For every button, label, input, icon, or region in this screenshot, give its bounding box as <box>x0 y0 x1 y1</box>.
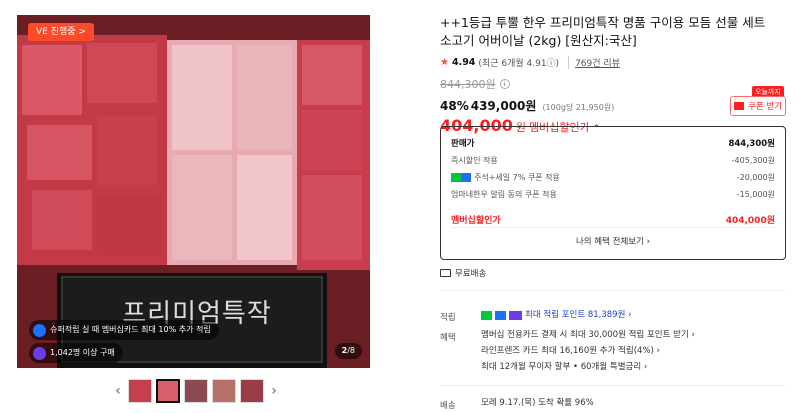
overlay-purchase-banner: 1,042명 이상 구매 <box>29 343 123 363</box>
thumbnail-1[interactable] <box>128 379 152 403</box>
product-info: ++1등급 투뿔 한우 프리미엄특작 명품 구이용 모듬 선물 세트 소고기 어… <box>440 14 790 135</box>
divider <box>440 385 786 386</box>
benefits-list: 멤버십 전용카드 결제 시 최대 30,000원 적립 포인트 받기 › 라인프… <box>481 327 695 375</box>
benefit-line-3[interactable]: 최대 12개월 무이자 할부 • 60개월 특별금리 › <box>481 359 695 375</box>
price-row-coupon-2: 엄마네한우 알림 동의 쿠폰 적용 -15,000원 <box>451 189 775 200</box>
thumbnail-4[interactable] <box>212 379 236 403</box>
price-row-label: 판매가 <box>451 139 475 149</box>
rating-recent: (최근 6개월 4.91ⓘ) <box>478 59 560 69</box>
points-icon <box>33 323 46 337</box>
product-image-gallery[interactable]: 프리미엄특작 VE 진행중 > 슈퍼적립 실 때 멤버십카드 최대 10% 추가… <box>17 15 370 368</box>
total-label: 멤버십할인가 <box>451 216 501 226</box>
benefit-line-1[interactable]: 멤버십 전용카드 결제 시 최대 30,000원 적립 포인트 받기 › <box>481 327 695 343</box>
overlay-points-text: 슈퍼적립 실 때 멤버십카드 최대 10% 추가 적립 <box>50 325 211 334</box>
benefit-line-2[interactable]: 라인프렌즈 카드 최대 16,160원 추가 적립(4%) › <box>481 343 695 359</box>
delivery-label: 배송 <box>440 401 456 411</box>
membership-icon <box>509 310 522 320</box>
page-indicator: 2/8 <box>334 343 362 359</box>
divider <box>440 290 786 291</box>
sale-price: 439,000원 <box>470 99 537 113</box>
next-thumbnail-button[interactable]: › <box>268 379 280 403</box>
rating-score: 4.94 <box>451 57 476 68</box>
price-row-value: 844,300원 <box>728 139 775 149</box>
page-total: /8 <box>347 346 355 355</box>
price-box-divider <box>451 227 775 228</box>
unit-price: (100g당 21,950원) <box>542 103 615 112</box>
price-row-base: 판매가 844,300원 <box>451 137 775 149</box>
shipping-label: 무료배송 <box>455 269 487 279</box>
thumbnail-3[interactable] <box>184 379 208 403</box>
price-row-label: 즉시할인 적용 <box>451 156 498 165</box>
npay-icon <box>451 173 471 182</box>
star-icon: ★ <box>440 57 449 68</box>
shipping-row: 무료배송 <box>440 267 486 279</box>
benefits-label: 혜택 <box>440 333 456 343</box>
product-title: ++1등급 투뿔 한우 프리미엄특작 명품 구이용 모듬 선물 세트 소고기 어… <box>440 15 766 48</box>
info-icon[interactable]: i <box>499 79 510 89</box>
price-row-label: 주석+세일 7% 쿠폰 적용 <box>474 173 560 182</box>
prev-thumbnail-button[interactable]: ‹ <box>112 379 124 403</box>
points-link[interactable]: 최대 적립 포인트 81,389원 › <box>481 307 632 323</box>
view-all-benefits-button[interactable]: 나의 혜택 전체보기 › <box>441 235 785 247</box>
points-label: 적립 <box>440 313 456 323</box>
live-badge[interactable]: VE 진행중 > <box>28 23 94 41</box>
price-row-total: 멤버십할인가 404,000원 <box>451 213 775 226</box>
discount-percent: 48% <box>440 99 469 113</box>
price-row-coupon-1: 주석+세일 7% 쿠폰 적용 -20,000원 <box>451 172 775 183</box>
plus-icon <box>495 310 506 320</box>
purchase-icon <box>33 346 46 360</box>
total-value: 404,000원 <box>725 216 775 226</box>
price-row-value: -20,000원 <box>736 173 775 182</box>
coupon-icon <box>734 102 744 110</box>
coupon-label: 쿠폰 받기 <box>748 102 782 112</box>
original-price-row: 844,300원 i <box>440 76 790 92</box>
original-price: 844,300원 <box>440 78 496 91</box>
coupon-button[interactable]: 쿠폰 받기 <box>730 96 786 116</box>
review-link[interactable]: 769건 리뷰 <box>568 56 620 69</box>
naver-icon <box>481 310 492 320</box>
thumbnail-5[interactable] <box>240 379 264 403</box>
overlay-purchase-text: 1,042명 이상 구매 <box>50 348 115 357</box>
rating-row: ★ 4.94 (최근 6개월 4.91ⓘ) 769건 리뷰 <box>440 56 790 69</box>
thumbnail-strip: ‹ › <box>112 379 280 403</box>
points-value: 최대 적립 포인트 81,389원 › <box>525 310 632 320</box>
price-breakdown-box: 판매가 844,300원 즉시할인 적용 -405,300원 주석+세일 7% … <box>440 126 786 260</box>
price-row-value: -15,000원 <box>736 190 775 199</box>
price-row-value: -405,300원 <box>731 156 775 165</box>
truck-icon <box>440 269 451 277</box>
overlay-points-banner: 슈퍼적립 실 때 멤버십카드 최대 10% 추가 적립 <box>29 320 219 340</box>
thumbnail-2[interactable] <box>156 379 180 403</box>
delivery-value: 모레 9.17.(목) 도착 확률 96% <box>481 398 594 408</box>
price-row-label: 엄마네한우 알림 동의 쿠폰 적용 <box>451 190 557 199</box>
price-row-instant-discount: 즉시할인 적용 -405,300원 <box>451 155 775 166</box>
